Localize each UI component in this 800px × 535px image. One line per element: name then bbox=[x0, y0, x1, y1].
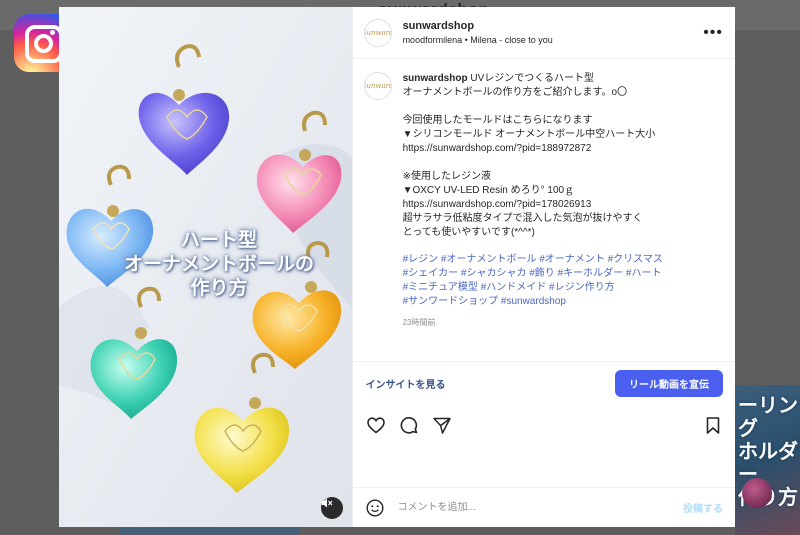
caption-line: UVレジンでつくるハート型 bbox=[470, 73, 595, 84]
boost-reel-button[interactable]: リール動画を宣伝 bbox=[615, 370, 723, 397]
comment-bar: 投稿する bbox=[352, 487, 735, 527]
caption-line: 超サラサラ低粘度タイプで混入した気泡が抜けやすく bbox=[402, 213, 643, 224]
post-comment-button[interactable]: 投稿する bbox=[683, 500, 723, 515]
insight-bar: インサイトを見る リール動画を宣伝 bbox=[352, 361, 735, 405]
emoji-icon[interactable] bbox=[365, 498, 385, 518]
caption-line: オーナメントボールの作り方をご紹介します。o〇 bbox=[402, 87, 628, 98]
audio-credit[interactable]: moodformilena • Milena - close to you bbox=[403, 35, 704, 45]
caption-username[interactable]: sunwardshop bbox=[403, 73, 468, 84]
caption-spacer bbox=[403, 100, 723, 114]
view-insights-link[interactable]: インサイトを見る bbox=[366, 376, 446, 391]
share-icon[interactable] bbox=[432, 415, 452, 435]
caption-spacer bbox=[403, 156, 723, 170]
heart-icon[interactable] bbox=[366, 415, 386, 435]
caption-line: 今回使用したモールドはこちらになります bbox=[402, 115, 593, 126]
hashtag-line[interactable]: #ミニチュア模型 #ハンドメイド #レジン作り方 bbox=[403, 281, 723, 295]
hashtag-line[interactable]: #サンワードショップ #sunwardshop bbox=[403, 295, 723, 309]
caption-line: ▼OXCY UV-LED Resin めろり° 100ｇ bbox=[402, 185, 575, 196]
caption-line: とっても使いやすいです(*^^*) bbox=[402, 227, 535, 238]
action-bar bbox=[353, 405, 735, 445]
comment-input[interactable] bbox=[395, 501, 683, 514]
hashtags: #レジン #オーナメントボール #オーナメント #クリスマス #シェイカー #シ… bbox=[403, 253, 723, 309]
header-text: sunwardshop moodformilena • Milena - clo… bbox=[403, 20, 704, 45]
hashtag-line[interactable]: #シェイカー #シャカシャカ #飾り #キーホルダー #ハート bbox=[403, 267, 723, 281]
background-strip bbox=[120, 526, 300, 535]
post-media[interactable]: ハート型 オーナメントボールの 作り方 bbox=[59, 7, 352, 527]
caption-url: https://sunwardshop.com/?pid=178026913 bbox=[402, 199, 592, 210]
caption-avatar[interactable]: Sunward bbox=[363, 72, 392, 100]
post-modal: ハート型 オーナメントボールの 作り方 Sunward sunwardshop … bbox=[59, 7, 735, 527]
caption-url: https://sunwardshop.com/?pid=188972872 bbox=[402, 143, 592, 154]
media-overlay-title: ハート型 オーナメントボールの 作り方 bbox=[123, 230, 314, 299]
audio-muted-icon[interactable] bbox=[321, 497, 343, 519]
post-sidebar: Sunward sunwardshop moodformilena • Mile… bbox=[351, 7, 735, 527]
caption-body: sunwardshop UVレジンでつくるハート型 オーナメントボールの作り方を… bbox=[403, 72, 723, 361]
avatar[interactable]: Sunward bbox=[363, 18, 392, 47]
caption-line: ※使用したレジン液 bbox=[402, 171, 491, 182]
more-options-icon[interactable]: ••• bbox=[703, 24, 723, 42]
caption-area: Sunward sunwardshop UVレジンでつくるハート型 オーナメント… bbox=[353, 59, 735, 361]
comment-icon[interactable] bbox=[399, 415, 419, 435]
background-ornament bbox=[742, 478, 772, 508]
post-timestamp[interactable]: 23時間前 bbox=[403, 316, 723, 330]
post-header: Sunward sunwardshop moodformilena • Mile… bbox=[352, 7, 735, 59]
hashtag-line[interactable]: #レジン #オーナメントボール #オーナメント #クリスマス bbox=[403, 253, 723, 267]
caption-line: ▼シリコンモールド オーナメントボール中空ハート大小 bbox=[402, 129, 656, 140]
sunward-logo-icon: Sunward bbox=[365, 28, 391, 37]
sunward-logo-icon: Sunward bbox=[365, 82, 391, 90]
bookmark-icon[interactable] bbox=[703, 415, 723, 435]
header-username[interactable]: sunwardshop bbox=[403, 20, 704, 32]
